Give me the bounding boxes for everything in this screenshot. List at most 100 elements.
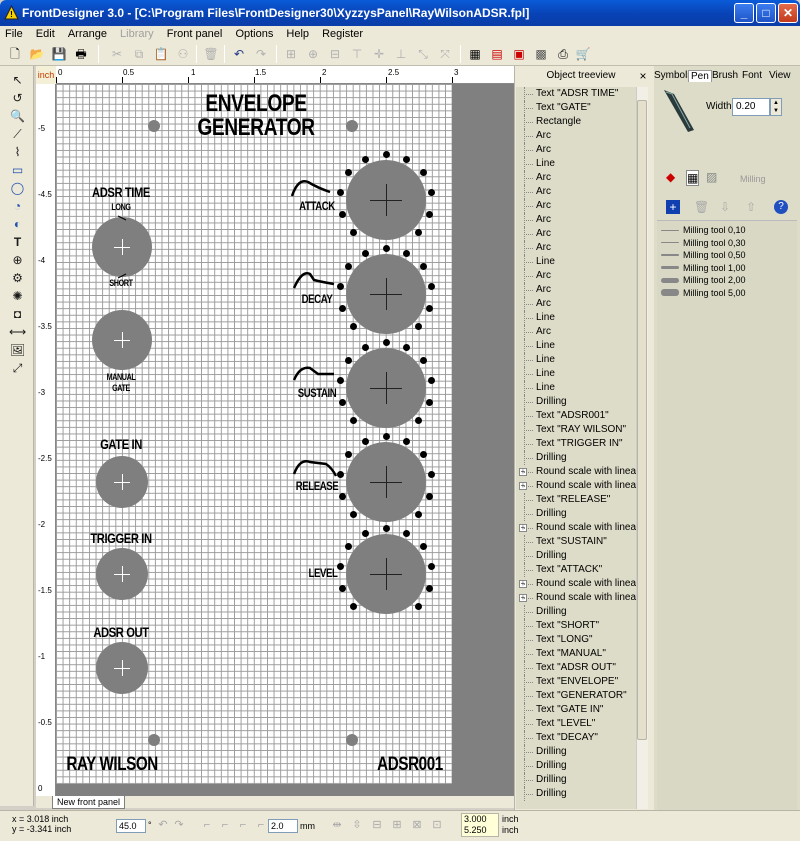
menu-help[interactable]: Help bbox=[281, 26, 314, 42]
panel-color-icon[interactable]: ▣ bbox=[510, 45, 528, 63]
flip-3-icon[interactable]: ⊠ bbox=[410, 818, 424, 832]
tree-item[interactable]: Arc bbox=[516, 241, 636, 255]
pen-mill-icon[interactable]: ▨ bbox=[706, 170, 717, 184]
scale-tool-icon[interactable]: ⚙ bbox=[9, 270, 26, 286]
pen-engrave-icon[interactable]: ▦ bbox=[686, 170, 700, 186]
tree-item[interactable]: Arc bbox=[516, 185, 636, 199]
tree-item[interactable]: Text "DECAY" bbox=[516, 731, 636, 745]
tree-item[interactable]: Arc bbox=[516, 143, 636, 157]
tree-item[interactable]: Text "GENERATOR" bbox=[516, 689, 636, 703]
align-middle-icon[interactable]: ✛ bbox=[370, 45, 388, 63]
rotate-icon[interactable]: ↺ bbox=[9, 90, 26, 106]
tree-item[interactable]: + Round scale with linea bbox=[516, 479, 636, 493]
tree-item[interactable]: Drilling bbox=[516, 395, 636, 409]
tree-item[interactable]: Text "ADSR TIME" bbox=[516, 87, 636, 101]
knob-tool-icon[interactable]: ✺ bbox=[9, 288, 26, 304]
attack-knob[interactable] bbox=[346, 160, 426, 240]
tree-item[interactable]: Text "LONG" bbox=[516, 633, 636, 647]
line-tool-icon[interactable]: ⟋ bbox=[9, 126, 26, 142]
open-folder-icon[interactable]: 📂 bbox=[28, 45, 46, 63]
maximize-button[interactable]: □ bbox=[756, 3, 776, 23]
arc-tool-icon[interactable]: ◔ bbox=[9, 198, 26, 214]
tab-font[interactable]: Font bbox=[742, 70, 762, 81]
tree-item[interactable]: Text "ATTACK" bbox=[516, 563, 636, 577]
tree-item[interactable]: Drilling bbox=[516, 605, 636, 619]
tree-item[interactable]: Text "TRIGGER IN" bbox=[516, 437, 636, 451]
pen-color-icon[interactable]: ◆ bbox=[666, 170, 675, 184]
angle-input[interactable]: 45.0 bbox=[116, 819, 146, 833]
align-center-icon[interactable]: ⊕ bbox=[304, 45, 322, 63]
tree-item[interactable]: Arc bbox=[516, 269, 636, 283]
tree-item[interactable]: Text "MANUAL" bbox=[516, 647, 636, 661]
tree-item[interactable]: Line bbox=[516, 311, 636, 325]
align-right-icon[interactable]: ⊟ bbox=[326, 45, 344, 63]
tree-item[interactable]: Text "RAY WILSON" bbox=[516, 423, 636, 437]
release-knob[interactable] bbox=[346, 442, 426, 522]
tree-item[interactable]: Drilling bbox=[516, 507, 636, 521]
corner-style-4-icon[interactable]: ⌐ bbox=[254, 818, 268, 832]
move-down-icon[interactable]: ⇩ bbox=[720, 200, 730, 214]
tree-item[interactable]: Drilling bbox=[516, 773, 636, 787]
segment-tool-icon[interactable]: ◐ bbox=[9, 216, 26, 232]
minimize-button[interactable]: _ bbox=[734, 3, 754, 23]
copy-icon[interactable]: ⧉ bbox=[130, 45, 148, 63]
menu-options[interactable]: Options bbox=[230, 26, 278, 42]
text-tool-icon[interactable]: T bbox=[9, 234, 26, 250]
treeview-scroll-thumb[interactable] bbox=[637, 100, 647, 740]
tree-item[interactable]: Line bbox=[516, 367, 636, 381]
tree-item[interactable]: Arc bbox=[516, 129, 636, 143]
menu-front-panel[interactable]: Front panel bbox=[162, 26, 228, 42]
tab-brush[interactable]: Brush bbox=[712, 70, 738, 81]
measure-tool-icon[interactable]: ⤢ bbox=[9, 360, 26, 376]
tree-item[interactable]: + Round scale with linea bbox=[516, 521, 636, 535]
new-file-icon[interactable]: 🗋 bbox=[6, 45, 24, 63]
select-arrow-icon[interactable]: ↖ bbox=[9, 72, 26, 88]
tree-item[interactable]: Arc bbox=[516, 171, 636, 185]
tree-item[interactable]: Text "GATE IN" bbox=[516, 703, 636, 717]
tree-item[interactable]: Arc bbox=[516, 213, 636, 227]
tree-item[interactable]: Arc bbox=[516, 325, 636, 339]
align-top-icon[interactable]: ⊤ bbox=[348, 45, 366, 63]
rotate-cw-icon[interactable]: ↷ bbox=[172, 818, 186, 832]
scale-icon[interactable]: ⤧ bbox=[436, 45, 454, 63]
rotate-ccw-icon[interactable]: ↶ bbox=[156, 818, 170, 832]
sustain-knob[interactable] bbox=[346, 348, 426, 428]
preview-icon[interactable]: ⎙ bbox=[554, 45, 572, 63]
align-bottom-icon[interactable]: ⊥ bbox=[392, 45, 410, 63]
circle-tool-icon[interactable]: ◯ bbox=[9, 180, 26, 196]
tree-item[interactable]: Rectangle bbox=[516, 115, 636, 129]
tree-item[interactable]: Text "ADSR OUT" bbox=[516, 661, 636, 675]
level-knob[interactable] bbox=[346, 534, 426, 614]
menu-file[interactable]: File bbox=[0, 26, 28, 42]
undo-icon[interactable]: ↶ bbox=[230, 45, 248, 63]
tree-item[interactable]: + Round scale with linea bbox=[516, 465, 636, 479]
tree-item[interactable]: + Round scale with linea bbox=[516, 577, 636, 591]
color-icon[interactable]: ▤ bbox=[488, 45, 506, 63]
corner-width-input[interactable]: 2.0 bbox=[268, 819, 298, 833]
tree-item[interactable]: Text "ENVELOPE" bbox=[516, 675, 636, 689]
milling-tool-item[interactable]: Milling tool 2,00 bbox=[657, 274, 795, 286]
tab-pen[interactable]: Pen bbox=[688, 70, 712, 82]
polyline-tool-icon[interactable]: ⌇ bbox=[9, 144, 26, 160]
tree-item[interactable]: Arc bbox=[516, 297, 636, 311]
grid-icon[interactable]: ▦ bbox=[466, 45, 484, 63]
rectangle-tool-icon[interactable]: ▭ bbox=[9, 162, 26, 178]
corner-style-1-icon[interactable]: ⌐ bbox=[200, 818, 214, 832]
cut-icon[interactable]: ✂ bbox=[108, 45, 126, 63]
menu-arrange[interactable]: Arrange bbox=[63, 26, 112, 42]
distribute-icon[interactable]: ⤡ bbox=[414, 45, 432, 63]
menu-register[interactable]: Register bbox=[317, 26, 368, 42]
tree-item[interactable]: Line bbox=[516, 353, 636, 367]
milling-tool-item[interactable]: Milling tool 0,50 bbox=[657, 249, 795, 261]
tab-symbols[interactable]: Symbols bbox=[654, 70, 692, 81]
milling-tool-list[interactable]: Milling tool 0,10 Milling tool 0,30 Millin… bbox=[657, 220, 797, 810]
drill-tool-icon[interactable]: ⊕ bbox=[9, 252, 26, 268]
delete-icon[interactable]: 🗑 bbox=[202, 45, 220, 63]
tree-item[interactable]: Drilling bbox=[516, 451, 636, 465]
front-panel-canvas[interactable]: ENVELOPE GENERATOR ADSR TIME LONG SHORT … bbox=[56, 84, 452, 784]
tree-item[interactable]: Text "GATE" bbox=[516, 101, 636, 115]
menu-edit[interactable]: Edit bbox=[31, 26, 60, 42]
tree-item[interactable]: Drilling bbox=[516, 549, 636, 563]
save-icon[interactable]: 💾 bbox=[50, 45, 68, 63]
tree-item[interactable]: Line bbox=[516, 381, 636, 395]
